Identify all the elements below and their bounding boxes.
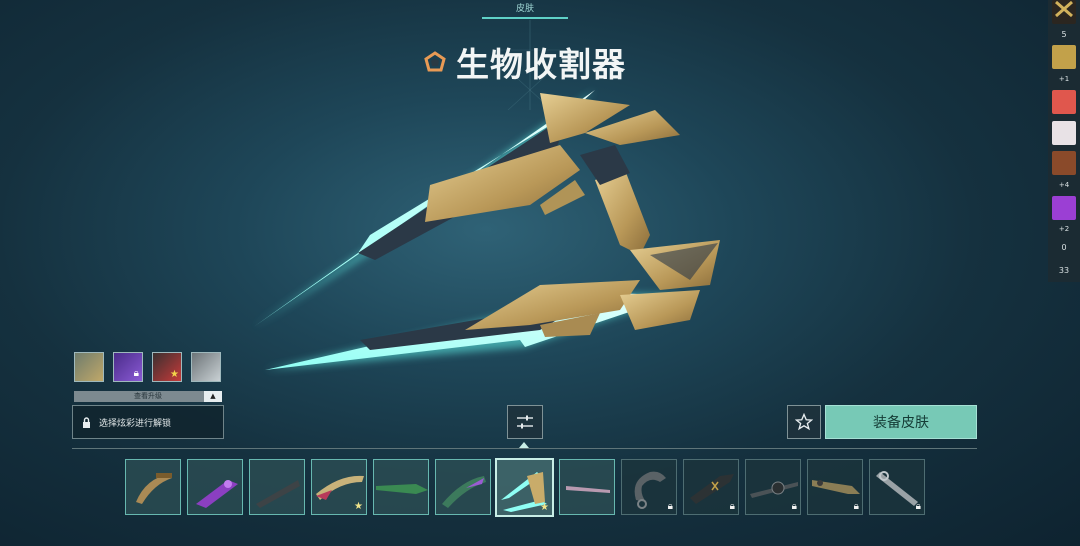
gold-agent-icon[interactable] (1052, 45, 1076, 69)
knife-thumbnail (566, 486, 610, 493)
party-sidebar: 5 +1 +4 +2 0 33 (1048, 0, 1080, 282)
star-outline-icon (795, 413, 813, 431)
red-hair-agent-icon[interactable] (1052, 90, 1076, 114)
tier-pentagon-icon (424, 51, 446, 72)
lock-icon: 🔒︎ (667, 501, 673, 512)
chroma-swatch-red[interactable]: ★ (152, 352, 182, 382)
white-hair-agent-icon[interactable] (1052, 121, 1076, 145)
purple-agent-icon[interactable] (1052, 196, 1076, 220)
party-size-badge: +1 (1053, 74, 1075, 85)
orange-agent-icon[interactable] (1052, 151, 1076, 175)
party-size-badge: +4 (1053, 180, 1075, 191)
favorite-star-icon: ★ (540, 502, 549, 513)
skin-tile-9-locked[interactable]: 🔒︎ (621, 459, 677, 515)
filter-button[interactable] (507, 405, 543, 439)
skin-tile-3[interactable] (249, 459, 305, 515)
knife-thumbnail (376, 484, 428, 494)
lock-icon: 🔒︎ (791, 501, 797, 512)
skin-tile-6[interactable] (435, 459, 491, 515)
knife-preview-image[interactable] (240, 85, 740, 380)
rail-count: 33 (1058, 266, 1070, 275)
skin-title-row: 生物收割器 (424, 40, 626, 84)
skin-tile-10-locked[interactable]: 🔒︎ (683, 459, 739, 515)
party-size-badge: +2 (1053, 224, 1075, 235)
skin-title: 生物收割器 (456, 45, 626, 84)
caret-up-icon: ▲ (204, 391, 222, 402)
skin-tile-8[interactable] (559, 459, 615, 515)
favorite-button[interactable] (787, 405, 821, 439)
knife-thumbnail (196, 480, 238, 508)
skin-tile-13-locked[interactable]: 🔒︎ (869, 459, 925, 515)
skin-tile-2[interactable] (187, 459, 243, 515)
view-upgrades-button[interactable]: 查看升级 ▲ (74, 391, 222, 402)
favorite-star-icon: ★ (354, 501, 363, 512)
equip-skin-button[interactable]: 装备皮肤 (825, 405, 977, 439)
lock-icon: 🔒︎ (853, 501, 859, 512)
chroma-unlock-panel: 选择炫彩进行解锁 (72, 405, 224, 439)
lock-icon: 🔒︎ (915, 501, 921, 512)
rail-count: 5 (1061, 30, 1067, 39)
skin-tile-1[interactable] (125, 459, 181, 515)
view-upgrades-label: 查看升级 (134, 392, 162, 400)
sliders-icon (517, 415, 533, 429)
skin-tile-4[interactable]: ★ (311, 459, 367, 515)
knife-thumbnail (256, 480, 300, 508)
skin-tile-7-selected[interactable]: ★ (495, 458, 554, 517)
lock-icon (83, 416, 90, 428)
chroma-swatch-base[interactable] (74, 352, 104, 382)
skin-tile-11-locked[interactable]: 🔒︎ (745, 459, 801, 515)
unlock-hint-text: 选择炫彩进行解锁 (99, 418, 172, 429)
chroma-swatch-silver[interactable] (191, 352, 221, 382)
lock-icon: 🔒︎ (729, 501, 735, 512)
rail-count: 0 (1061, 243, 1067, 252)
skin-tile-12-locked[interactable]: 🔒︎ (807, 459, 863, 515)
lock-icon: 🔒︎ (133, 368, 139, 379)
skin-tile-5[interactable] (373, 459, 429, 515)
caret-up-icon (519, 442, 529, 448)
chroma-swatch-purple[interactable]: 🔒︎ (113, 352, 143, 382)
new-star-icon: ★ (170, 369, 179, 380)
x-agent-icon[interactable] (1052, 0, 1076, 24)
knife-thumbnail (442, 476, 486, 508)
knife-thumbnail (136, 473, 172, 504)
tab-active-underline (482, 17, 568, 19)
